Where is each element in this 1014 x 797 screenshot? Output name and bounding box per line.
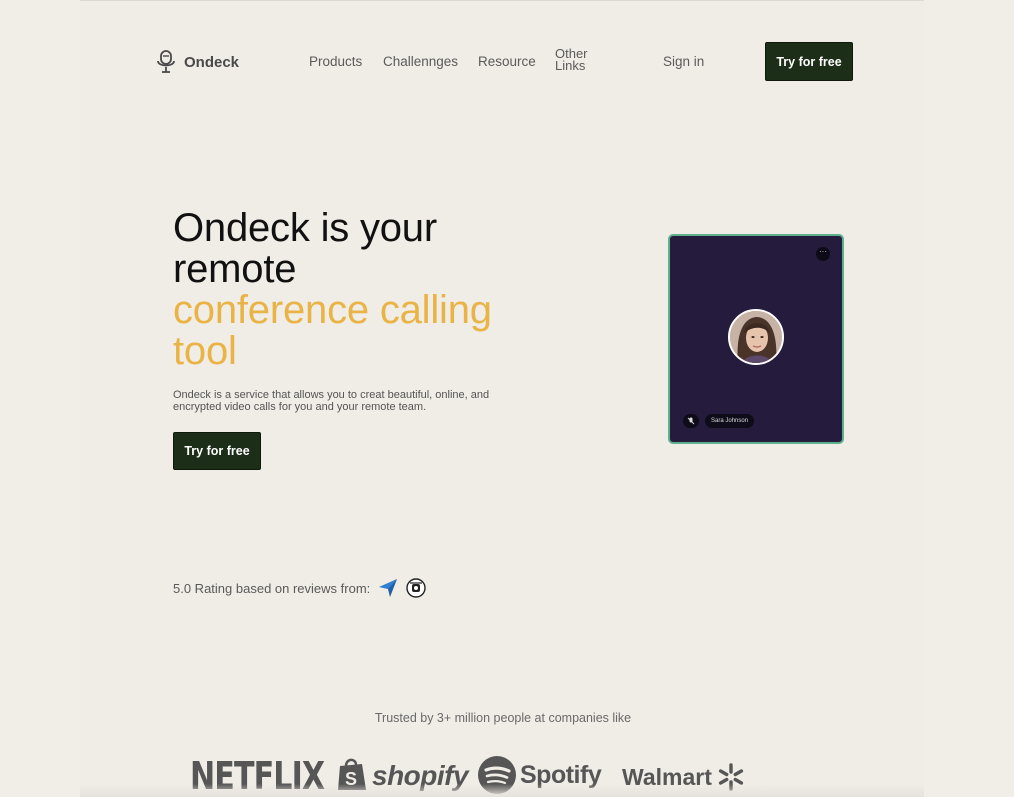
sign-in-link[interactable]: Sign in: [663, 54, 704, 69]
hero-title-accent-line2: tool: [173, 329, 237, 373]
nav-link-resource[interactable]: Resource: [478, 54, 536, 69]
nav-link-challenges[interactable]: Challennges: [383, 54, 458, 69]
hero-title-line2: remote: [173, 247, 297, 291]
hero-title-accent-line1: conference calling: [173, 288, 492, 332]
top-nav: Ondeck Products Challennges Resource Oth…: [0, 42, 1014, 82]
logo-text: Ondeck: [184, 53, 240, 71]
nav-try-free-button[interactable]: Try for free: [765, 42, 853, 81]
nav-link-products[interactable]: Products: [309, 54, 362, 69]
avatar: [728, 309, 784, 365]
nav-link-other-links[interactable]: Other Links: [555, 47, 588, 73]
nav-link-other-line2: Links: [555, 58, 586, 73]
participant-name-tag: Sara Johnson: [705, 414, 755, 428]
rating-text: 5.0 Rating based on reviews from:: [173, 580, 371, 596]
hero-description: Ondeck is a service that allows you to c…: [173, 389, 490, 413]
rating-row: 5.0 Rating based on reviews from:: [173, 578, 426, 598]
bottom-fade: [80, 784, 924, 797]
microphone-logo-icon: [157, 50, 175, 73]
paper-plane-review-icon[interactable]: [378, 578, 398, 598]
review-site-logo-icon[interactable]: [406, 578, 426, 598]
trusted-by-text: Trusted by 3+ million people at companie…: [374, 711, 632, 725]
more-options-icon[interactable]: ···: [816, 247, 830, 261]
participant-photo: [730, 311, 782, 363]
video-call-preview: ··· Sara Johnson: [668, 234, 844, 444]
hero-try-free-button[interactable]: Try for free: [173, 432, 261, 470]
hero-title: Ondeck is your remote conference calling…: [173, 208, 593, 372]
logo[interactable]: Ondeck: [156, 50, 239, 74]
hero-title-line1: Ondeck is your: [173, 206, 437, 250]
mic-muted-icon[interactable]: [683, 414, 699, 428]
